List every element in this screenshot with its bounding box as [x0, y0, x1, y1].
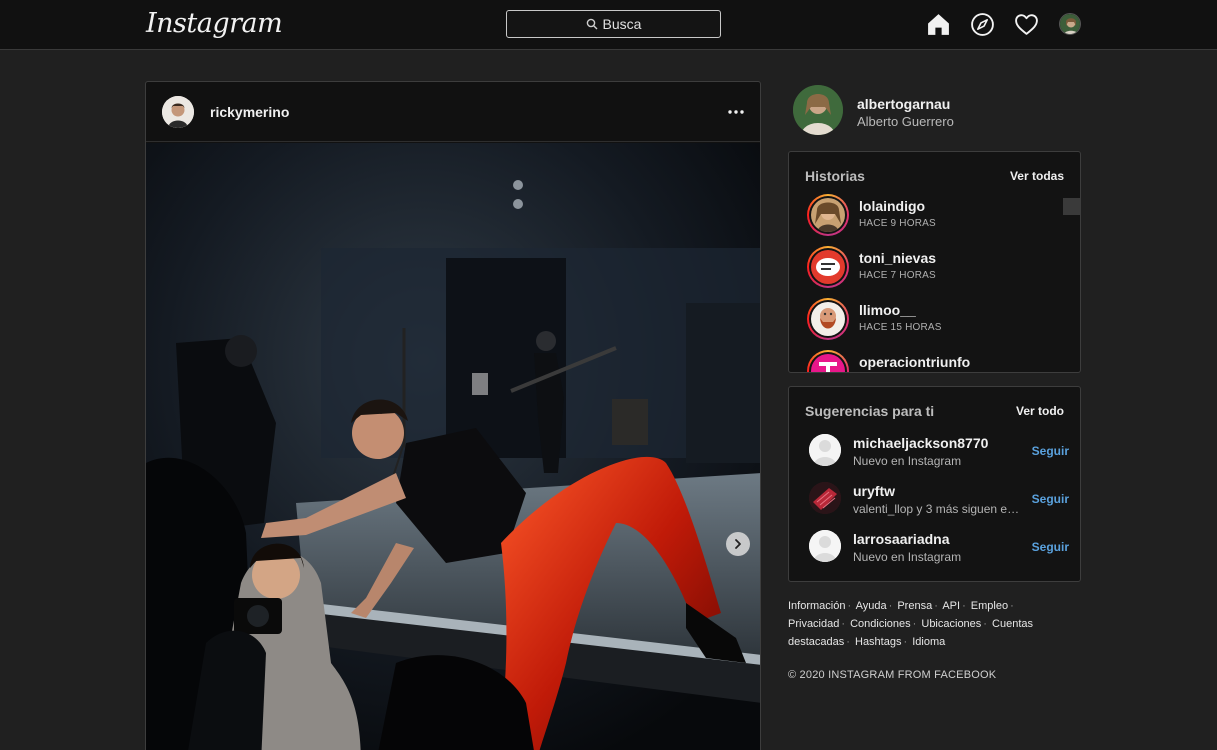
story-ring	[807, 350, 849, 372]
avatar-image	[811, 250, 845, 284]
suggestion-subtitle: Nuevo en Instagram	[853, 550, 962, 564]
suggestions-title: Sugerencias para ti	[805, 403, 935, 419]
post-author-username[interactable]: rickymerino	[210, 104, 289, 120]
follow-button[interactable]: Seguir	[1032, 540, 1069, 554]
footer-link[interactable]: Idioma	[912, 636, 945, 648]
post-photo[interactable]	[146, 143, 761, 750]
suggestion-username[interactable]: larrosaariadna	[853, 531, 950, 547]
story-item[interactable]: toni_nievas HACE 7 HORAS	[805, 244, 1065, 288]
avatar-image	[162, 96, 194, 128]
profile-avatar[interactable]	[1059, 13, 1081, 35]
footer-link[interactable]: Privacidad	[788, 618, 839, 630]
current-user-username[interactable]: albertogarnau	[857, 96, 950, 112]
more-options-icon[interactable]	[726, 102, 746, 122]
default-avatar-icon	[809, 434, 841, 466]
search-icon	[586, 18, 598, 30]
story-ring	[807, 246, 849, 288]
story-item[interactable]: lolaindigo HACE 9 HORAS	[805, 192, 1065, 236]
story-item[interactable]: llimoo__ HACE 15 HORAS	[805, 296, 1065, 340]
footer-link[interactable]: Hashtags	[855, 636, 901, 648]
feed-post: rickymerino	[145, 81, 761, 750]
stories-title: Historias	[805, 168, 865, 184]
post-author-avatar[interactable]	[162, 96, 194, 128]
home-icon[interactable]	[926, 12, 951, 37]
current-user-avatar[interactable]	[793, 85, 843, 135]
suggestion-avatar[interactable]	[809, 434, 841, 466]
suggestion-avatar[interactable]	[809, 482, 841, 514]
suggestions-view-all-link[interactable]: Ver todo	[1016, 404, 1064, 418]
default-avatar-icon	[809, 530, 841, 562]
suggestions-panel: Sugerencias para ti Ver todo michaeljack…	[788, 386, 1081, 582]
explore-compass-icon[interactable]	[970, 12, 995, 37]
stories-view-all-link[interactable]: Ver todas	[1010, 169, 1064, 183]
top-navigation-bar: Instagram Busca	[0, 0, 1217, 50]
story-ring	[807, 298, 849, 340]
footer-link[interactable]: Empleo	[971, 600, 1008, 612]
stories-panel: Historias Ver todas lolaindigo HACE 9 HO…	[788, 151, 1081, 373]
footer-links: Información · Ayuda · Prensa · API · Empleo ·…	[788, 600, 1034, 648]
stories-scrollbar[interactable]	[1063, 198, 1080, 215]
instagram-logo[interactable]: Instagram	[146, 8, 283, 39]
footer-link[interactable]: API	[942, 600, 960, 612]
suggestion-item: uryftw valenti_llop y 3 más siguen es...…	[809, 482, 1069, 522]
avatar-image	[809, 482, 841, 514]
story-item[interactable]: operaciontriunfo	[805, 348, 1065, 372]
suggestion-item: larrosaariadna Nuevo en Instagram Seguir	[809, 530, 1069, 570]
suggestion-username[interactable]: uryftw	[853, 483, 895, 499]
suggestion-subtitle: valenti_llop y 3 más siguen es...	[853, 502, 1023, 516]
search-input[interactable]: Busca	[506, 10, 721, 38]
next-arrow-icon	[735, 539, 741, 549]
avatar-image	[1060, 14, 1080, 34]
footer-link[interactable]: Condiciones	[850, 618, 911, 630]
avatar-image	[793, 85, 843, 135]
post-header: rickymerino	[146, 82, 760, 142]
story-ring	[807, 194, 849, 236]
footer-link[interactable]: Ubicaciones	[921, 618, 981, 630]
follow-button[interactable]: Seguir	[1032, 492, 1069, 506]
story-username: llimoo__	[859, 302, 916, 318]
next-photo-button[interactable]	[726, 532, 750, 556]
copyright-text: © 2020 INSTAGRAM FROM FACEBOOK	[788, 669, 997, 681]
story-time: HACE 9 HORAS	[859, 218, 936, 229]
story-username: lolaindigo	[859, 198, 926, 214]
suggestion-username[interactable]: michaeljackson8770	[853, 435, 988, 451]
footer-link[interactable]: Prensa	[897, 600, 932, 612]
story-username: operaciontriunfo	[859, 354, 971, 370]
current-user-fullname: Alberto Guerrero	[857, 114, 954, 129]
footer-link[interactable]: Ayuda	[856, 600, 887, 612]
follow-button[interactable]: Seguir	[1032, 444, 1069, 458]
story-time: HACE 7 HORAS	[859, 270, 936, 281]
footer-link[interactable]: Información	[788, 600, 845, 612]
suggestion-item: michaeljackson8770 Nuevo en Instagram Se…	[809, 434, 1069, 474]
avatar-image	[811, 198, 845, 232]
suggestion-avatar[interactable]	[809, 530, 841, 562]
story-username: toni_nievas	[859, 250, 937, 266]
heart-icon[interactable]	[1014, 12, 1039, 37]
story-time: HACE 15 HORAS	[859, 322, 942, 333]
search-placeholder: Busca	[602, 16, 642, 32]
suggestion-subtitle: Nuevo en Instagram	[853, 454, 962, 468]
avatar-image	[811, 302, 845, 336]
